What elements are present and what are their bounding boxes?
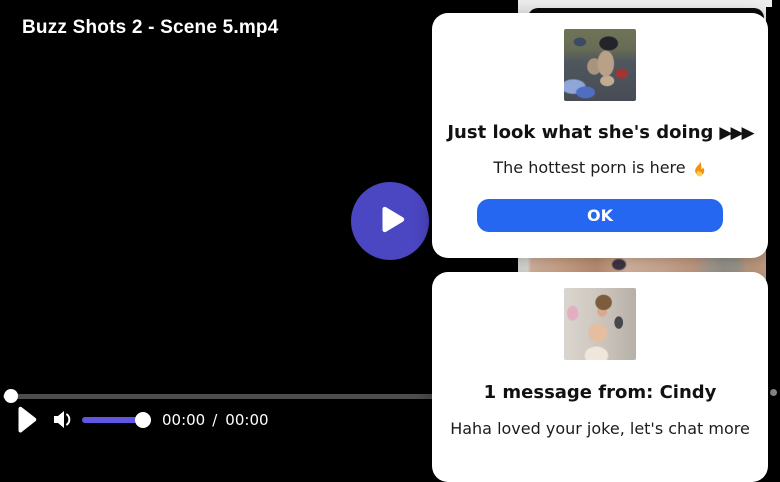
ok-button[interactable]: OK [477, 199, 723, 232]
scroll-dot[interactable] [770, 389, 777, 396]
play-icon [18, 406, 37, 433]
volume-icon [54, 411, 71, 428]
time-separator: / [212, 411, 218, 429]
volume-button[interactable] [53, 408, 73, 435]
video-title: Buzz Shots 2 - Scene 5.mp4 [22, 17, 279, 38]
volume-knob[interactable] [135, 412, 151, 428]
current-time: 00:00 [162, 411, 206, 429]
nail-detail [612, 259, 626, 270]
time-display: 00:00 / 00:00 [162, 411, 269, 429]
play-button[interactable] [17, 406, 37, 437]
big-play-button[interactable] [351, 182, 429, 260]
selfie-girl-thumbnail[interactable] [564, 288, 636, 360]
duration: 00:00 [225, 411, 269, 429]
popup-subtitle-text: The hottest porn is here [493, 158, 686, 177]
seek-knob[interactable] [4, 389, 18, 403]
popup-title: Just look what she's doing ▶▶▶ [432, 122, 768, 143]
popup-ad-card[interactable]: Just look what she's doing ▶▶▶ The hotte… [432, 13, 768, 258]
right-edge-strip [766, 0, 780, 441]
play-icon [382, 206, 405, 233]
message-card-title: 1 message from: Cindy [483, 382, 717, 403]
popup-title-text: Just look what she's doing [447, 122, 714, 143]
volume-slider[interactable] [82, 417, 143, 423]
webcam-couple-thumbnail[interactable] [564, 29, 636, 101]
right-edge-cap [766, 0, 772, 7]
triple-play-arrows-icon: ▶▶▶ [719, 122, 754, 143]
message-card-text: Haha loved your joke, let's chat more [450, 419, 750, 438]
fire-icon [694, 158, 704, 176]
popup-subtitle: The hottest porn is here [432, 158, 768, 177]
popup-message-card[interactable]: 1 message from: Cindy Haha loved your jo… [432, 272, 768, 482]
